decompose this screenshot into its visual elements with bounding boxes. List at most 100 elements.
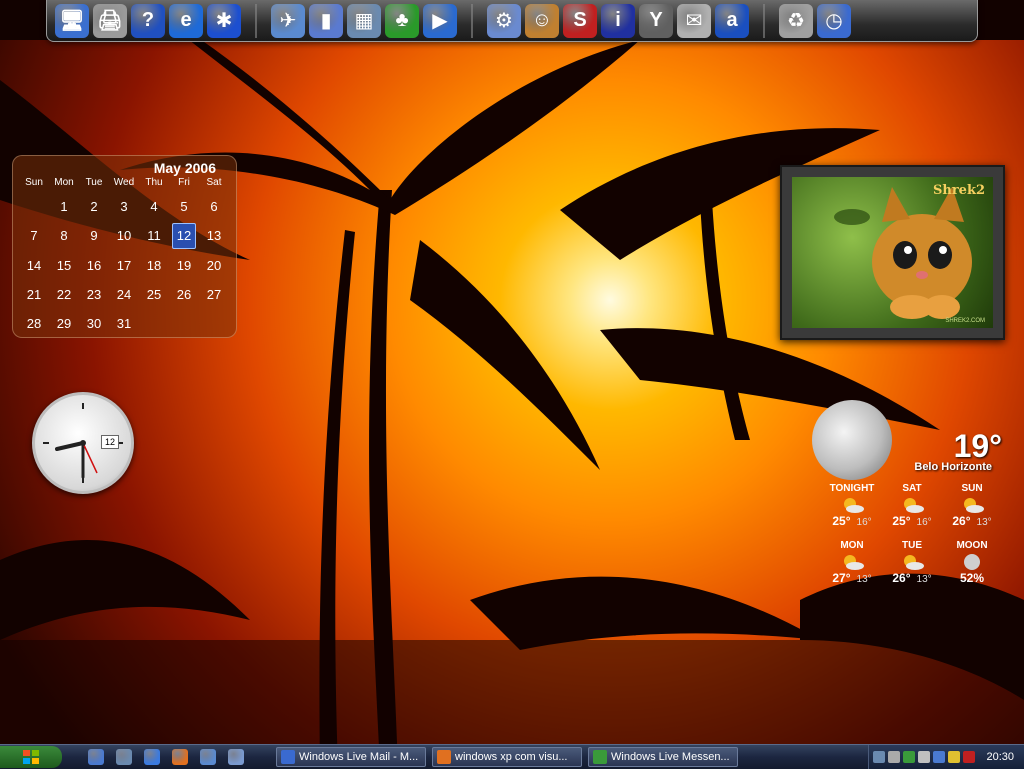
calendar-day[interactable]: 21 bbox=[19, 280, 49, 309]
calendar-day[interactable]: 28 bbox=[19, 309, 49, 338]
forecast-day: MON 27° 13° bbox=[822, 540, 882, 585]
show-desktop-icon[interactable] bbox=[88, 749, 104, 765]
task-app-icon bbox=[593, 750, 607, 764]
calendar-day[interactable]: 9 bbox=[79, 221, 109, 250]
printer-icon[interactable]: 🖨 bbox=[93, 3, 127, 38]
calendar-day[interactable]: 4 bbox=[139, 192, 169, 221]
calendar-day[interactable]: 25 bbox=[139, 280, 169, 309]
tray-icon[interactable] bbox=[963, 751, 976, 763]
taskbar-clock[interactable]: 20:30 bbox=[986, 751, 1014, 763]
moon-large-icon bbox=[812, 400, 892, 480]
calendar-day[interactable]: 20 bbox=[199, 251, 229, 280]
calendar-weekday-header: Sun Mon Tue Wed Thu Fri Sat bbox=[19, 177, 230, 191]
calendar-day[interactable]: 5 bbox=[169, 192, 199, 221]
info-icon[interactable]: i bbox=[601, 3, 635, 38]
tray-icons bbox=[873, 751, 976, 763]
forecast-high: 26° bbox=[952, 514, 971, 528]
media-player-icon[interactable]: ▶ bbox=[423, 3, 457, 38]
taskbar-button[interactable]: Windows Live Messen... bbox=[588, 747, 738, 767]
calendar-day[interactable]: 27 bbox=[199, 280, 229, 309]
sun-cloud-icon bbox=[839, 496, 865, 514]
calendar-today[interactable]: 12 bbox=[172, 223, 196, 249]
network-quicklaunch-icon[interactable] bbox=[228, 749, 244, 765]
tray-icon[interactable] bbox=[948, 751, 961, 763]
ie-quicklaunch-icon[interactable] bbox=[144, 749, 160, 765]
taskbar-button[interactable]: Windows Live Mail - M... bbox=[276, 747, 426, 767]
weather-gadget[interactable]: 19° Belo Horizonte TONIGHT 25° 16° SAT 25° 16… bbox=[812, 400, 1012, 600]
calendar-gadget: May 2006 Sun Mon Tue Wed Thu Fri Sat 123456789… bbox=[12, 155, 237, 338]
switch-windows-icon[interactable] bbox=[116, 749, 132, 765]
dock-separator bbox=[255, 3, 257, 38]
forecast-high: 26° bbox=[892, 571, 911, 585]
sun-cloud-icon bbox=[899, 496, 925, 514]
calendar-day[interactable]: 19 bbox=[169, 251, 199, 280]
forecast-label: TUE bbox=[902, 540, 922, 551]
calendar-day[interactable]: 15 bbox=[49, 251, 79, 280]
calendar-day[interactable]: 30 bbox=[79, 309, 109, 338]
calendar-day[interactable]: 29 bbox=[49, 309, 79, 338]
slideshow-gadget[interactable]: Shrek2 SHREK2.COM bbox=[780, 165, 1005, 340]
forecast-low: 13° bbox=[976, 517, 992, 528]
calendar-day[interactable]: 14 bbox=[19, 251, 49, 280]
task-label: Windows Live Mail - M... bbox=[299, 751, 419, 763]
calendar-day[interactable]: 23 bbox=[79, 280, 109, 309]
calendar-day[interactable]: 26 bbox=[169, 280, 199, 309]
tray-icon[interactable] bbox=[873, 751, 886, 763]
calendar-day[interactable]: 24 bbox=[109, 280, 139, 309]
control-panel-icon[interactable]: ▦ bbox=[347, 3, 381, 38]
documents-icon[interactable]: ▮ bbox=[309, 3, 343, 38]
forecast-low: 16° bbox=[856, 517, 872, 528]
dock-separator bbox=[763, 3, 765, 38]
messenger-icon[interactable]: ♣ bbox=[385, 3, 419, 38]
calendar-day[interactable]: 16 bbox=[79, 251, 109, 280]
sun-cloud-icon bbox=[899, 553, 925, 571]
wallpaper bbox=[0, 0, 1024, 768]
forecast-day: SAT 25° 16° bbox=[882, 483, 942, 528]
help-icon[interactable]: ? bbox=[131, 3, 165, 38]
tray-icon[interactable] bbox=[918, 751, 931, 763]
forecast-label: SUN bbox=[961, 483, 983, 494]
yahoo-icon[interactable]: Y bbox=[639, 3, 673, 38]
calendar-day[interactable]: 11 bbox=[139, 221, 169, 250]
forecast-high: 27° bbox=[832, 571, 851, 585]
calendar-day[interactable]: 31 bbox=[109, 309, 139, 338]
clock-date: 12 bbox=[101, 435, 119, 449]
internet-explorer-icon[interactable]: e bbox=[169, 3, 203, 38]
task-label: windows xp com visu... bbox=[455, 751, 568, 763]
forecast-label: TONIGHT bbox=[829, 483, 875, 494]
calendar-day[interactable]: 1 bbox=[49, 192, 79, 221]
calendar-day[interactable]: 18 bbox=[139, 251, 169, 280]
taskbar-button[interactable]: windows xp com visu... bbox=[432, 747, 582, 767]
calendar-day[interactable]: 17 bbox=[109, 251, 139, 280]
se-icon[interactable]: S bbox=[563, 3, 597, 38]
recycle-bin-icon[interactable]: ♻ bbox=[779, 3, 813, 38]
aim-icon[interactable]: a bbox=[715, 3, 749, 38]
tray-icon[interactable] bbox=[903, 751, 916, 763]
calendar-day[interactable]: 7 bbox=[19, 221, 49, 250]
users-icon[interactable]: ☺ bbox=[525, 3, 559, 38]
start-button[interactable] bbox=[0, 746, 62, 768]
calendar-day[interactable]: 13 bbox=[199, 221, 229, 250]
mail-icon[interactable]: ✉ bbox=[677, 3, 711, 38]
forecast-high: 25° bbox=[892, 514, 911, 528]
calendar-day[interactable]: 2 bbox=[79, 192, 109, 221]
windows-logo-icon bbox=[23, 750, 39, 764]
network-places-icon[interactable]: ✈ bbox=[271, 3, 305, 38]
calendar-day[interactable]: 10 bbox=[109, 221, 139, 250]
my-computer-icon[interactable]: 🖥 bbox=[55, 3, 89, 38]
firefox-quicklaunch-icon[interactable] bbox=[172, 749, 188, 765]
settings-gear-icon[interactable]: ⚙ bbox=[487, 3, 521, 38]
tray-icon[interactable] bbox=[933, 751, 946, 763]
calendar-day[interactable]: 6 bbox=[199, 192, 229, 221]
bluetooth-icon[interactable]: ✱ bbox=[207, 3, 241, 38]
shrek2-logo: Shrek2 bbox=[932, 183, 985, 198]
tray-icon[interactable] bbox=[888, 751, 901, 763]
calendar-day[interactable]: 22 bbox=[49, 280, 79, 309]
clock-dock-icon[interactable]: ◷ bbox=[817, 3, 851, 38]
calendar-day[interactable]: 8 bbox=[49, 221, 79, 250]
calendar-day[interactable]: 3 bbox=[109, 192, 139, 221]
moon-icon bbox=[959, 553, 985, 571]
explorer-quicklaunch-icon[interactable] bbox=[200, 749, 216, 765]
forecast-label: SAT bbox=[902, 483, 922, 494]
dock-separator bbox=[471, 3, 473, 38]
